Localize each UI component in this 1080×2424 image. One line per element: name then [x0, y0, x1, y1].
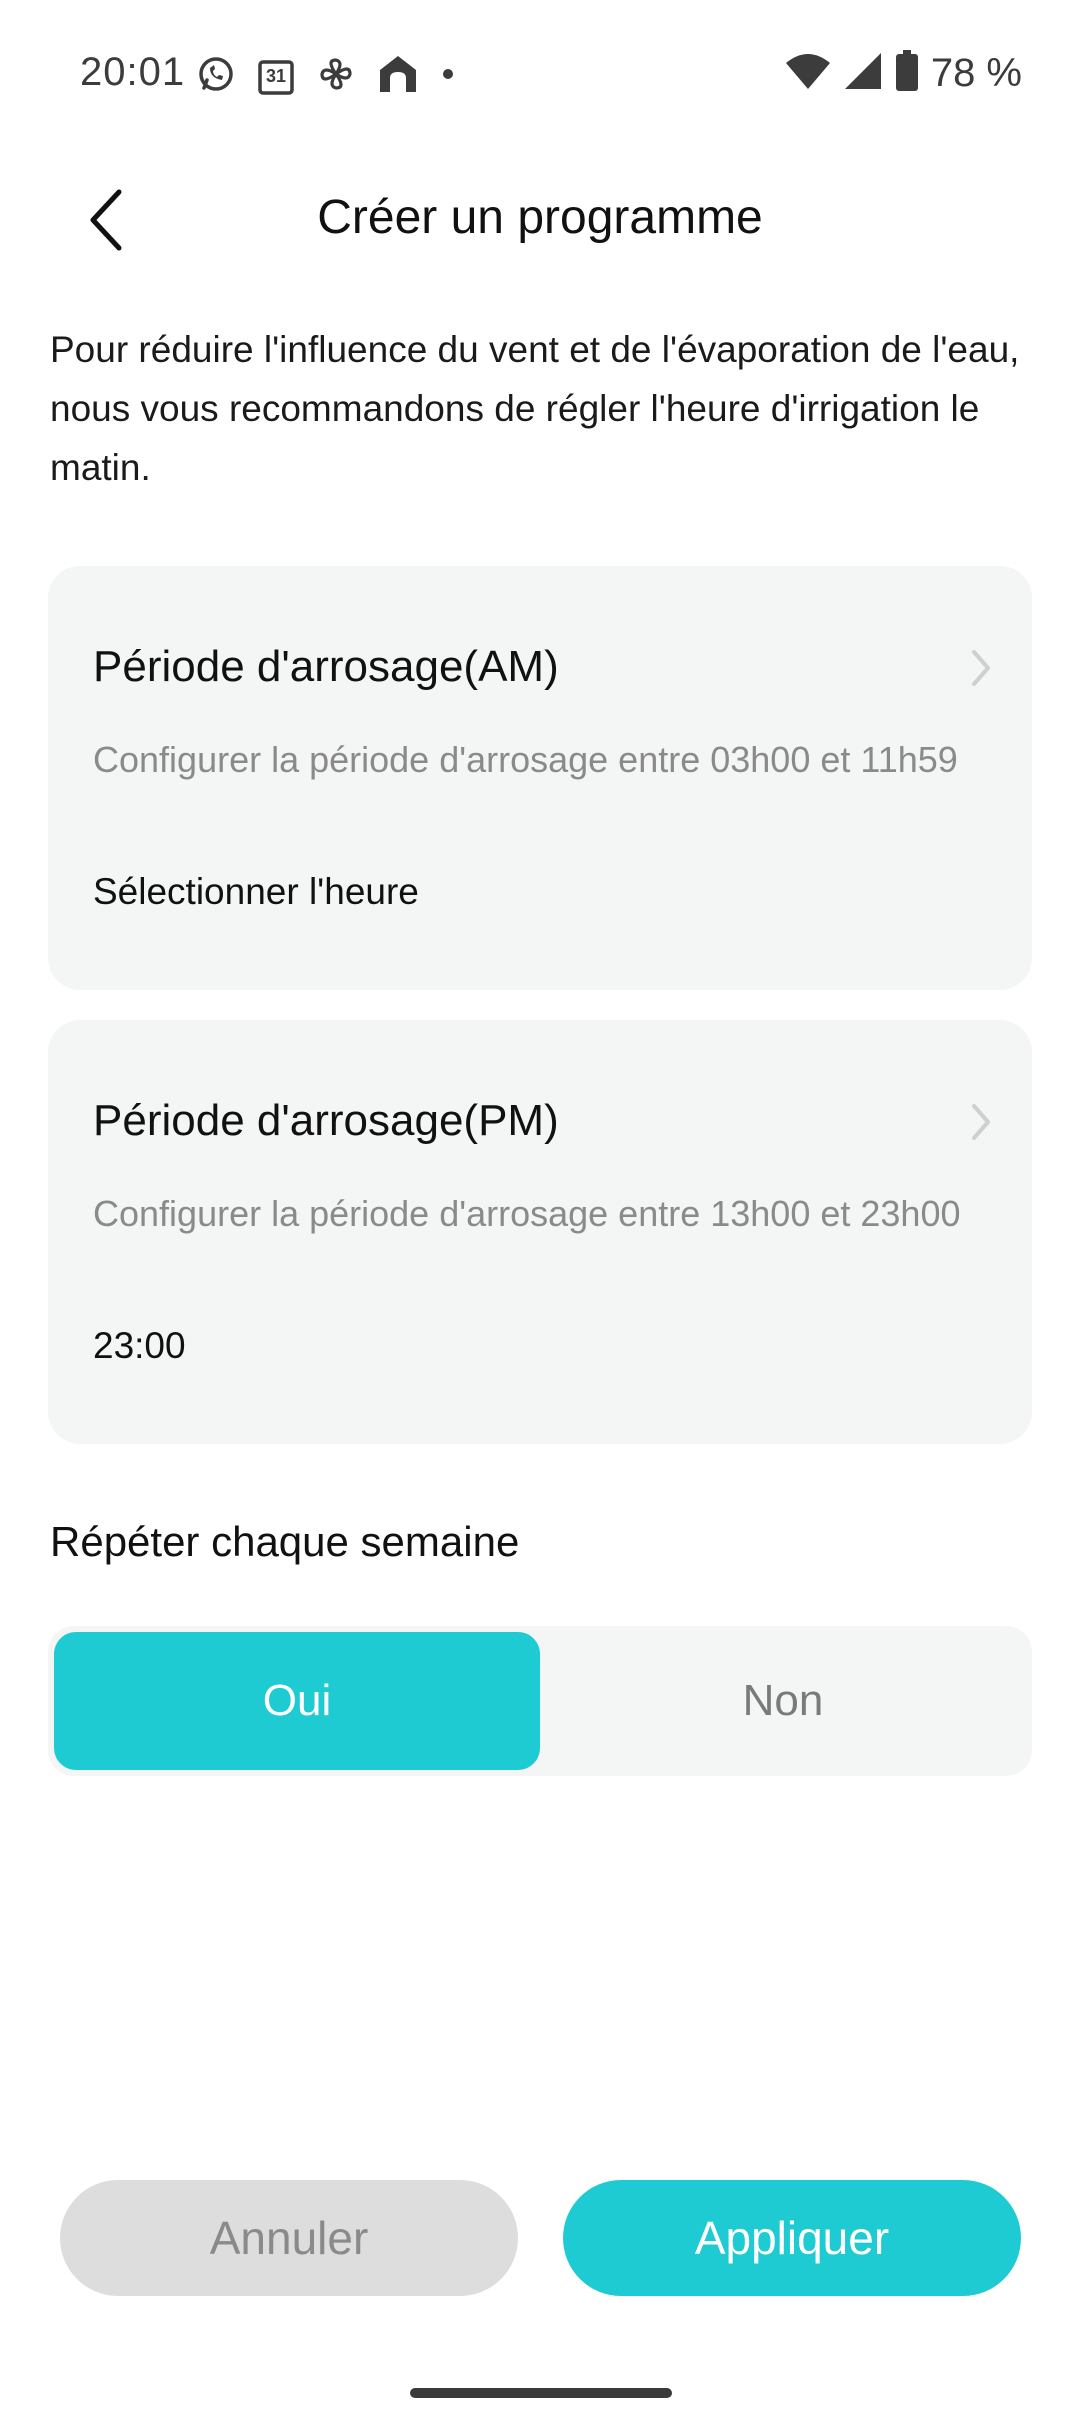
- intro-text: Pour réduire l'influence du vent et de l…: [50, 329, 1020, 488]
- page-title: Créer un programme: [317, 191, 763, 244]
- repeat-no-option[interactable]: Non: [540, 1632, 1026, 1770]
- watering-period-pm-card[interactable]: Période d'arrosage(PM) Configurer la pér…: [48, 1020, 1032, 1444]
- battery-percentage: 78 %: [930, 51, 1022, 95]
- app-header: Créer un programme: [0, 160, 1080, 280]
- calendar-day: 31: [265, 65, 287, 86]
- repeat-yes-option[interactable]: Oui: [54, 1632, 540, 1770]
- apply-button[interactable]: Appliquer: [563, 2180, 1021, 2296]
- watering-period-am-card[interactable]: Période d'arrosage(AM) Configurer la pér…: [48, 566, 1032, 990]
- chevron-right-icon: [970, 648, 992, 693]
- screen: 20:01 31 78 % Créer un programme Pour ré…: [0, 0, 1080, 2424]
- card-title: Période d'arrosage(AM): [93, 642, 559, 691]
- wifi-icon: [785, 51, 831, 96]
- card-description: Configurer la période d'arrosage entre 1…: [93, 1193, 961, 1234]
- card-description: Configurer la période d'arrosage entre 0…: [93, 739, 958, 780]
- home-app-icon: [376, 52, 420, 101]
- home-indicator[interactable]: [410, 2388, 672, 2398]
- repeat-weekly-toggle: Oui Non: [48, 1626, 1032, 1776]
- dot-icon: [440, 66, 456, 87]
- card-value: Sélectionner l'heure: [93, 871, 419, 912]
- battery-icon: [895, 50, 919, 97]
- status-time: 20:01: [80, 50, 186, 94]
- chevron-right-icon: [970, 1102, 992, 1147]
- pinwheel-icon: [316, 54, 356, 99]
- whatsapp-icon: [196, 54, 236, 99]
- repeat-weekly-title: Répéter chaque semaine: [50, 1518, 520, 1565]
- status-bar: 20:01 31 78 %: [0, 0, 1080, 150]
- signal-icon: [843, 51, 883, 96]
- system-icons: 78 %: [785, 50, 1022, 97]
- notification-icons: 31: [196, 52, 456, 101]
- card-value: 23:00: [93, 1325, 186, 1366]
- card-title: Période d'arrosage(PM): [93, 1096, 559, 1145]
- cancel-button[interactable]: Annuler: [60, 2180, 518, 2296]
- calendar-icon: 31: [256, 57, 296, 97]
